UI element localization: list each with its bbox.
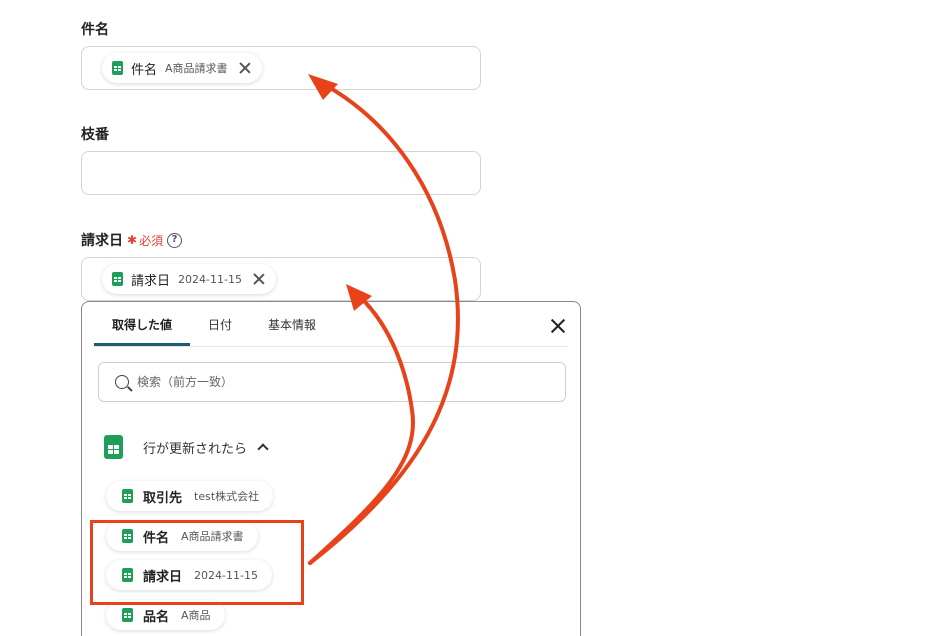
- required-asterisk-icon: ✱: [127, 233, 138, 247]
- subject-label: 件名: [81, 22, 109, 38]
- spreadsheet-icon: [122, 529, 133, 543]
- branch-label: 枝番: [81, 127, 109, 143]
- item-value: A商品請求書: [181, 530, 244, 543]
- required-text: 必須: [139, 233, 164, 248]
- spreadsheet-icon: [122, 568, 133, 582]
- invoice-date-field[interactable]: 請求日 2024-11-15: [81, 257, 481, 301]
- chip-value: 2024-11-15: [178, 272, 242, 286]
- remove-chip-icon[interactable]: [238, 61, 252, 75]
- tab-date[interactable]: 日付: [190, 302, 250, 346]
- help-icon[interactable]: ?: [167, 232, 183, 248]
- list-item[interactable]: 品名 A商品: [106, 600, 225, 630]
- tab-divider: [94, 346, 568, 347]
- branch-field[interactable]: [81, 151, 481, 195]
- invoice-date-value-chip[interactable]: 請求日 2024-11-15: [102, 264, 276, 294]
- item-name: 品名: [143, 609, 170, 625]
- search-icon: [115, 375, 129, 389]
- chip-name: 請求日: [131, 273, 171, 289]
- chevron-up-icon[interactable]: [257, 443, 269, 455]
- subject-field[interactable]: 件名 A商品請求書: [81, 46, 481, 90]
- remove-chip-icon[interactable]: [252, 272, 266, 286]
- list-item[interactable]: 件名 A商品請求書: [106, 521, 258, 551]
- item-value: A商品: [181, 609, 211, 622]
- item-value: test株式会社: [194, 490, 260, 503]
- item-value: 2024-11-15: [194, 568, 258, 582]
- item-name: 件名: [143, 530, 170, 546]
- tab-bar: 取得した値 日付 基本情報: [94, 302, 334, 346]
- invoice-date-label-row: 請求日 ✱ 必須 ?: [81, 230, 183, 250]
- item-name: 請求日: [143, 569, 183, 585]
- spreadsheet-icon: [122, 608, 133, 622]
- search-input[interactable]: [137, 375, 537, 389]
- close-icon[interactable]: [550, 318, 566, 334]
- spreadsheet-icon: [122, 489, 133, 503]
- list-item[interactable]: 請求日 2024-11-15: [106, 560, 272, 590]
- spreadsheet-icon: [112, 272, 123, 286]
- subject-value-chip[interactable]: 件名 A商品請求書: [102, 53, 262, 83]
- group-header[interactable]: 行が更新されたら: [104, 435, 269, 459]
- spreadsheet-icon: [104, 435, 123, 459]
- invoice-date-label: 請求日: [81, 233, 123, 249]
- search-box[interactable]: [98, 362, 566, 402]
- spreadsheet-icon: [112, 61, 123, 75]
- group-title: 行が更新されたら: [143, 441, 248, 457]
- tab-acquired-values[interactable]: 取得した値: [94, 302, 191, 346]
- chip-value: A商品請求書: [165, 62, 228, 75]
- list-item[interactable]: 取引先 test株式会社: [106, 481, 274, 511]
- tab-basic-info[interactable]: 基本情報: [250, 302, 334, 346]
- chip-name: 件名: [131, 62, 158, 78]
- value-picker-panel: 取得した値 日付 基本情報 行が更新されたら 取引先 test株式会社 件名 A…: [81, 301, 581, 636]
- item-name: 取引先: [143, 490, 183, 506]
